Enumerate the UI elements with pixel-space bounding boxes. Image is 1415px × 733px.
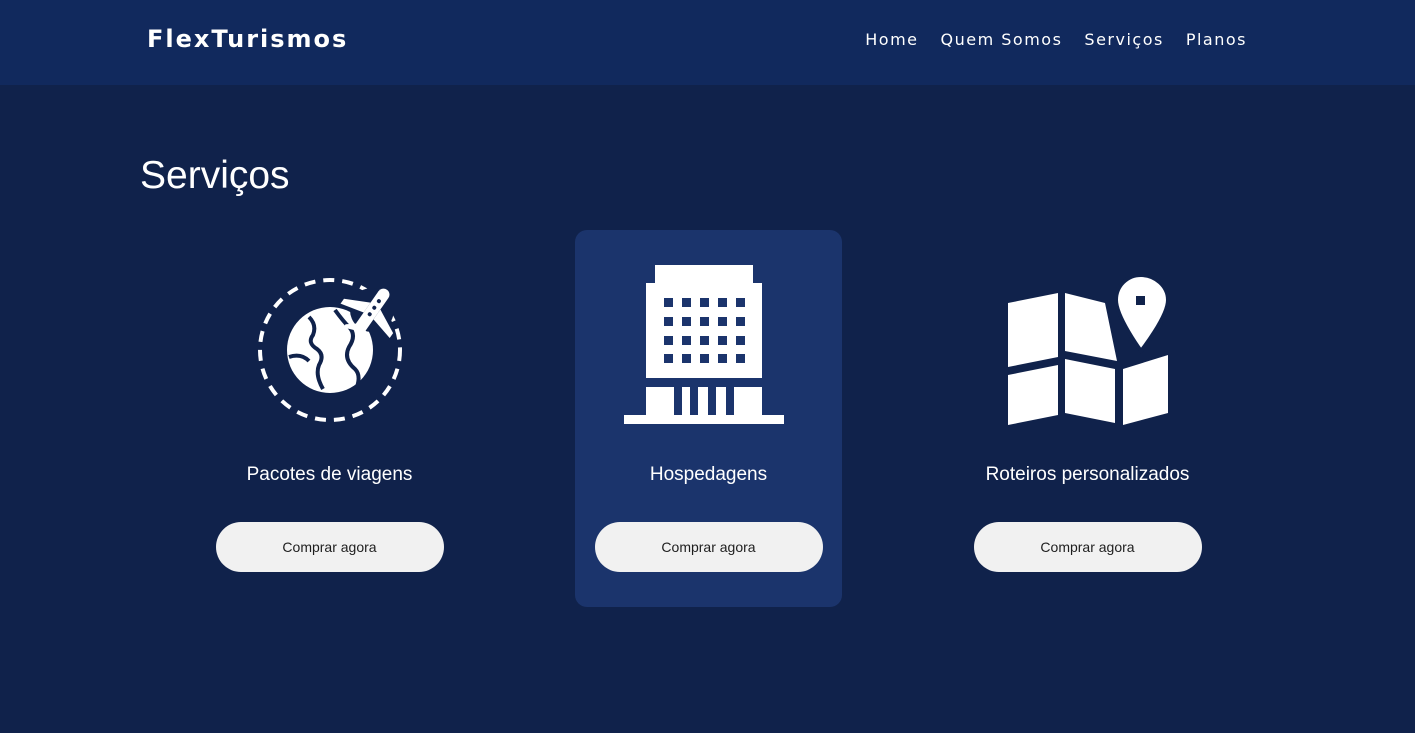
service-card-roteiros: Roteiros personalizados Comprar agora bbox=[954, 230, 1221, 607]
map-pin-icon bbox=[1003, 265, 1173, 425]
nav-link-servicos[interactable]: Serviços bbox=[1084, 29, 1163, 51]
service-card-pacotes: Pacotes de viagens Comprar agora bbox=[196, 230, 463, 607]
buy-now-button-hospedagens[interactable]: Comprar agora bbox=[594, 522, 823, 572]
nav-link-planos[interactable]: Planos bbox=[1186, 29, 1247, 51]
globe-airplane-icon bbox=[245, 265, 415, 425]
buy-now-button-roteiros[interactable]: Comprar agora bbox=[973, 522, 1202, 572]
hotel-building-icon bbox=[623, 265, 794, 425]
service-card-hospedagens: Hospedagens Comprar agora bbox=[575, 230, 842, 607]
service-label-pacotes: Pacotes de viagens bbox=[246, 464, 413, 485]
page-title: Serviços bbox=[140, 154, 290, 197]
brand-logo[interactable]: FlexTurismos bbox=[147, 24, 348, 54]
nav-link-home[interactable]: Home bbox=[865, 29, 918, 51]
nav-link-quem-somos[interactable]: Quem Somos bbox=[941, 29, 1063, 51]
main-nav: Home Quem Somos Serviços Planos bbox=[865, 29, 1247, 51]
service-label-hospedagens: Hospedagens bbox=[649, 464, 768, 485]
top-navbar: FlexTurismos Home Quem Somos Serviços Pl… bbox=[0, 0, 1415, 85]
buy-now-button-pacotes[interactable]: Comprar agora bbox=[215, 522, 444, 572]
service-label-roteiros: Roteiros personalizados bbox=[985, 464, 1190, 485]
